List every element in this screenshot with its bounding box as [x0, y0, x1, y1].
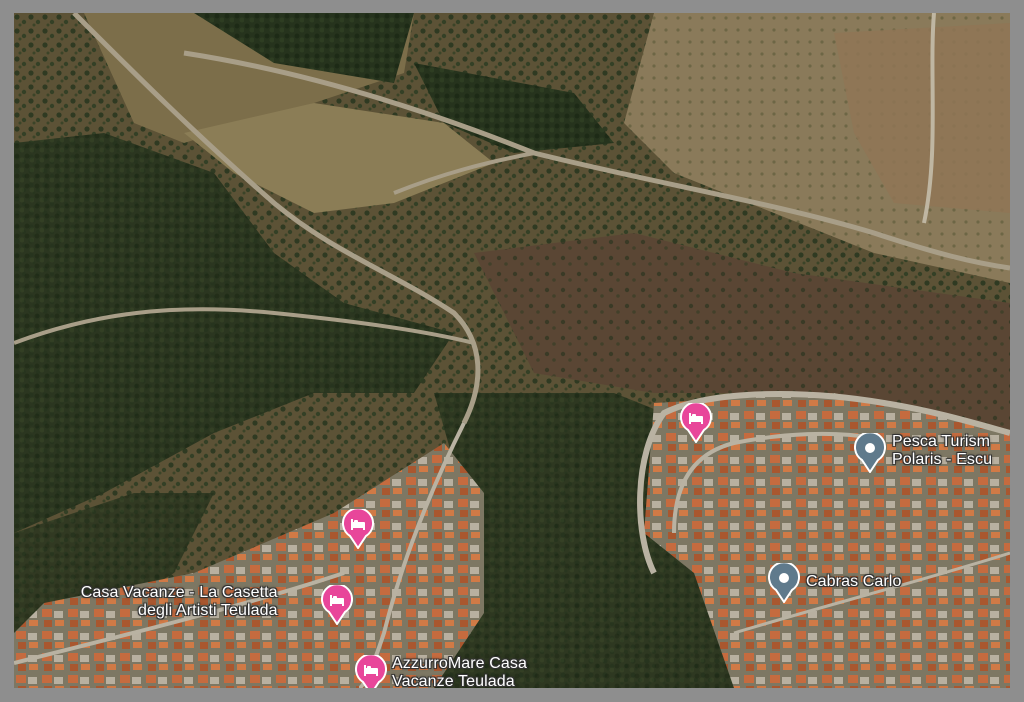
place-label-line1: Casa Vacanze - La Casetta — [80, 584, 278, 601]
bed-icon — [321, 585, 353, 625]
place-label-line1: Cabras Carlo — [806, 573, 902, 590]
place-label-line2: Polaris - Escu — [892, 451, 993, 468]
place-pin-casa-vacanze[interactable] — [321, 585, 353, 625]
lodging-pin-b[interactable] — [342, 509, 374, 549]
place-label-casa-vacanze[interactable]: Casa Vacanze - La Casetta degli Artisti … — [76, 584, 278, 620]
place-label-line1: Pesca Turism — [892, 433, 991, 450]
satellite-map[interactable]: Casa Vacanze - La Casetta degli Artisti … — [14, 13, 1010, 688]
place-label-line2: degli Artisti Teulada — [138, 602, 278, 619]
place-pin-pesca-turismo[interactable] — [854, 433, 886, 473]
lodging-pin-a[interactable] — [680, 403, 712, 443]
location-icon — [768, 563, 800, 603]
place-label-azzurromare[interactable]: AzzurroMare Casa Vacanze Teulada — [392, 655, 527, 688]
place-label-cabras-carlo[interactable]: Cabras Carlo — [806, 573, 901, 591]
bed-icon — [342, 509, 374, 549]
bed-icon — [680, 403, 712, 443]
bed-icon — [355, 655, 387, 688]
place-label-pesca-turismo[interactable]: Pesca Turism Polaris - Escu — [892, 433, 992, 469]
place-pin-cabras-carlo[interactable] — [768, 563, 800, 603]
location-icon — [854, 433, 886, 473]
place-label-line2: Vacanze Teulada — [392, 673, 515, 688]
place-label-line1: AzzurroMare Casa — [392, 655, 527, 672]
place-pin-azzurromare[interactable] — [355, 655, 387, 688]
